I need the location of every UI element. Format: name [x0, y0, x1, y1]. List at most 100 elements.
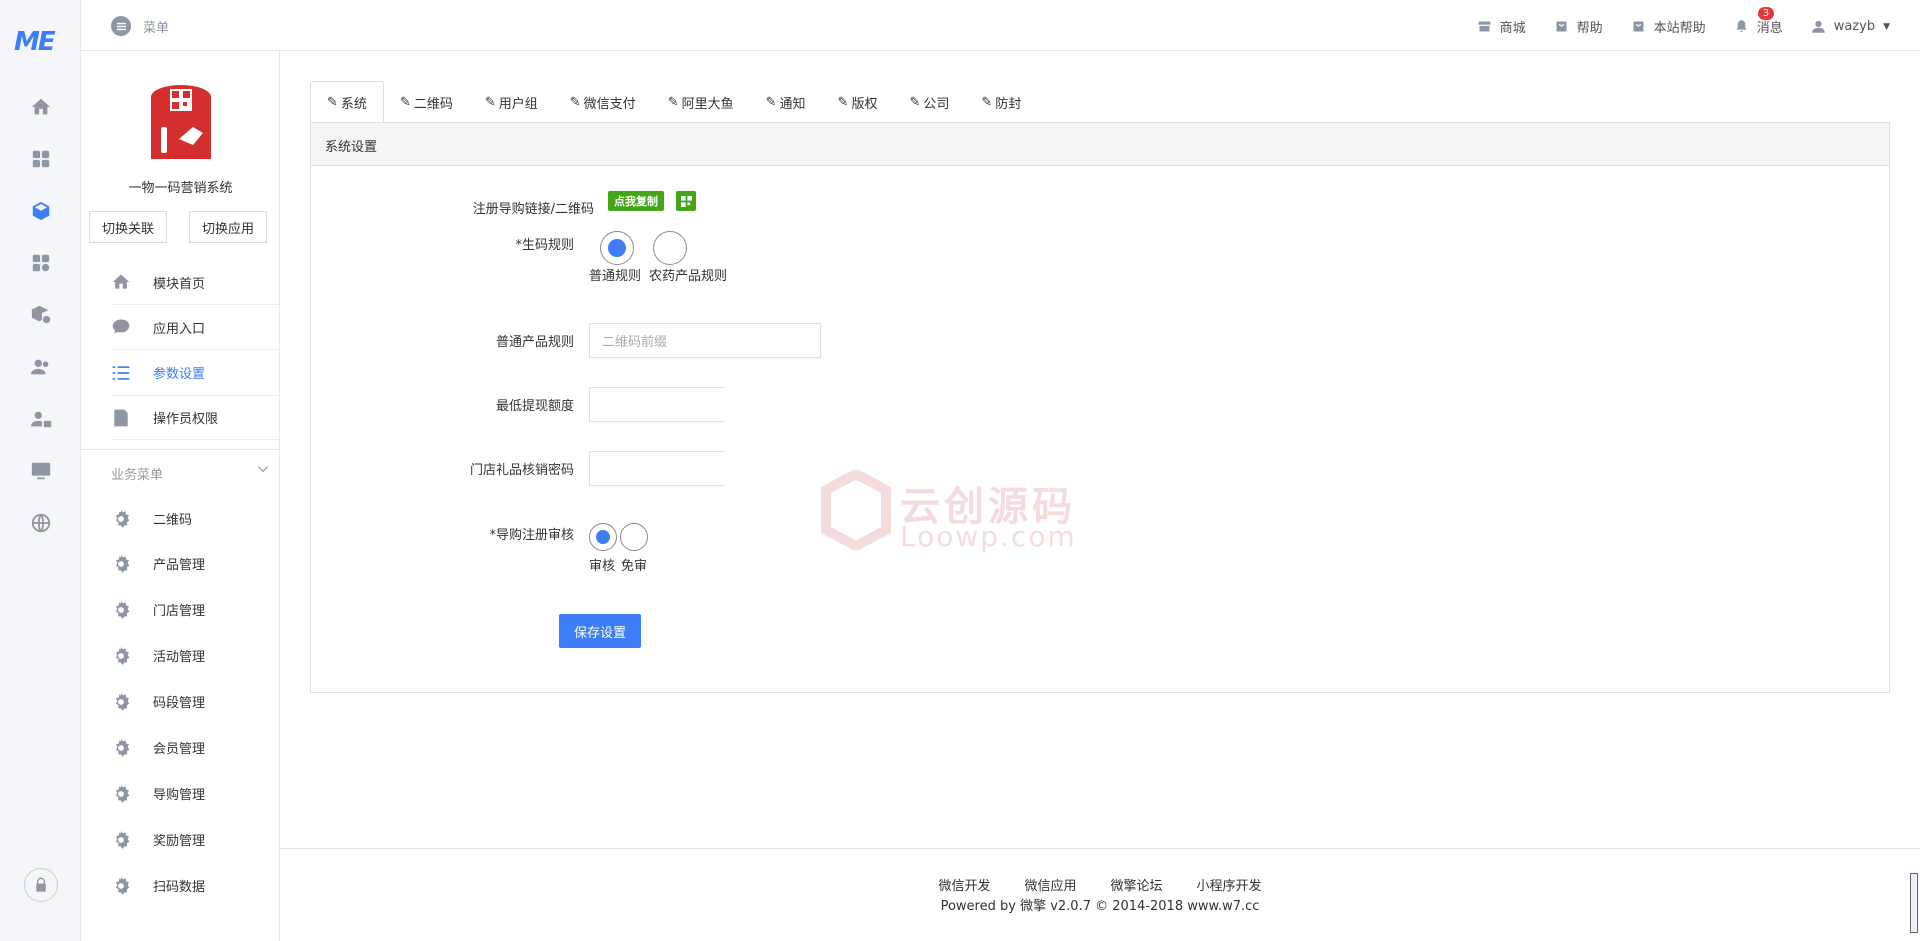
tab-label: 二维码 — [413, 96, 453, 112]
sidebar-item-operator[interactable]: 操作员权限 — [111, 395, 280, 440]
messages-link[interactable]: 3 消息 — [1734, 7, 1783, 36]
code-rule-normal-radio[interactable] — [600, 231, 634, 265]
edit-icon: ✎ — [327, 94, 338, 110]
menu-toggle[interactable]: 菜单 — [111, 16, 169, 36]
grid-icon[interactable] — [28, 146, 54, 172]
save-settings-button[interactable]: 保存设置 — [559, 614, 641, 648]
sidebar-item-label: 二维码 — [153, 513, 193, 528]
user-lock-icon[interactable] — [28, 406, 54, 432]
side-widget-handle[interactable] — [1910, 873, 1918, 933]
gear-icon — [111, 830, 131, 850]
store-icon — [1477, 19, 1492, 34]
tab-label: 通知 — [779, 96, 806, 112]
tab-usergroup[interactable]: ✎ 用户组 — [469, 81, 554, 123]
globe-icon[interactable] — [28, 510, 54, 536]
sidebar-item-rewards[interactable]: 奖励管理 — [111, 817, 280, 862]
sidebar-item-params[interactable]: 参数设置 — [111, 350, 280, 395]
store-link[interactable]: 商城 — [1477, 17, 1526, 36]
sidebar-item-scan-data[interactable]: 扫码数据 — [111, 863, 280, 908]
user-menu[interactable]: wazyb ▼ — [1811, 19, 1890, 34]
tab-label: 系统 — [340, 96, 367, 112]
sidebar-item-products[interactable]: 产品管理 — [111, 541, 280, 586]
help-link[interactable]: 帮助 — [1554, 17, 1603, 36]
sidebar-item-qrcode[interactable]: 二维码 — [111, 496, 280, 541]
gear-icon — [111, 692, 131, 712]
sidebar-item-code-segments[interactable]: 码段管理 — [111, 679, 280, 724]
edit-icon: ✎ — [837, 94, 849, 110]
brand-logo[interactable]: ME — [14, 27, 56, 57]
app-name: 一物一码营销系统 — [128, 181, 233, 196]
switch-link-button[interactable]: 切换关联 — [89, 211, 168, 243]
code-rule-pesticide-radio[interactable] — [653, 231, 687, 265]
biz-menu-title: 业务菜单 — [111, 468, 164, 483]
site-help-link[interactable]: 本站帮助 — [1631, 17, 1706, 36]
username: wazyb — [1833, 19, 1876, 34]
list-icon — [111, 16, 131, 36]
tab-system[interactable]: ✎ 系统 — [310, 81, 384, 123]
apps-settings-icon[interactable] — [28, 250, 54, 276]
home-icon[interactable] — [28, 94, 54, 120]
sidebar-item-stores[interactable]: 门店管理 — [111, 587, 280, 632]
tab-anti-block[interactable]: ✎ 防封 — [965, 81, 1037, 123]
tab-alidayu[interactable]: ✎ 阿里大鱼 — [652, 81, 750, 123]
footer-link-wechat-apps[interactable]: 微信应用 — [1024, 875, 1076, 894]
copy-button[interactable]: 点我复制 — [608, 191, 664, 211]
edit-icon: ✎ — [399, 94, 411, 110]
monitor-icon[interactable] — [28, 458, 54, 484]
sidebar-item-activities[interactable]: 活动管理 — [111, 633, 280, 678]
home-icon — [111, 272, 131, 292]
guide-review-approve-label[interactable]: 审核 — [589, 555, 615, 574]
register-link-label: 注册导购链接/二维码 — [472, 202, 594, 217]
biz-menu-header[interactable]: 业务菜单 — [81, 449, 280, 495]
chat-icon — [111, 317, 131, 337]
sidebar-item-app-entry[interactable]: 应用入口 — [111, 305, 280, 350]
guide-review-skip-label[interactable]: 免审 — [621, 555, 647, 574]
tab-copyright[interactable]: ✎ 版权 — [822, 81, 894, 123]
footer-link-forum[interactable]: 微擎论坛 — [1111, 875, 1163, 894]
min-withdraw-input[interactable] — [589, 387, 725, 422]
code-rule-pesticide-label[interactable]: 农药产品规则 — [649, 265, 727, 284]
tab-notify[interactable]: ✎ 通知 — [750, 81, 822, 123]
sidebar-item-members[interactable]: 会员管理 — [111, 725, 280, 770]
footer-link-wechat-dev[interactable]: 微信开发 — [938, 875, 990, 894]
store-pwd-label: 门店礼品核销密码 — [469, 463, 574, 478]
sidebar-item-label: 会员管理 — [153, 742, 206, 757]
edit-icon: ✎ — [765, 94, 777, 110]
tab-company[interactable]: ✎ 公司 — [893, 81, 965, 123]
tab-qrcode[interactable]: ✎ 二维码 — [384, 81, 469, 123]
footer-copyright: Powered by 微擎 v2.0.7 © 2014-2018 www.w7.… — [940, 899, 1260, 914]
tab-label: 公司 — [923, 96, 950, 112]
cube-icon[interactable] — [28, 198, 54, 224]
sidebar-item-guides[interactable]: 导购管理 — [111, 771, 280, 816]
main-content: ✎ 系统 ✎ 二维码 ✎ 用户组 ✎ 微信支付 ✎ 阿里大鱼 ✎ 通知 ✎ 版权 ✎ 公司 ✎ 防… — [280, 51, 1920, 941]
gear-icon — [111, 646, 131, 666]
code-rule-normal-label[interactable]: 普通规则 — [589, 265, 641, 284]
guide-review-skip-radio[interactable] — [620, 523, 648, 551]
qrcode-icon[interactable] — [676, 191, 696, 211]
lock-icon[interactable] — [24, 868, 58, 902]
gear-icon — [111, 554, 131, 574]
tab-label: 阿里大鱼 — [681, 96, 734, 112]
sidebar-item-label: 产品管理 — [153, 558, 206, 573]
top-bar: 菜单 商城 帮助 本站帮助 3 消息 wazyb ▼ — [81, 0, 1920, 51]
footer-link-miniprogram[interactable]: 小程序开发 — [1197, 875, 1262, 894]
box-settings-icon[interactable] — [28, 302, 54, 328]
settings-tabs: ✎ 系统 ✎ 二维码 ✎ 用户组 ✎ 微信支付 ✎ 阿里大鱼 ✎ 通知 ✎ 版权 ✎ 公司 ✎ 防… — [310, 81, 1037, 123]
sidebar-item-label: 奖励管理 — [153, 834, 206, 849]
guide-review-label: *导购注册审核 — [489, 528, 574, 543]
sidebar-item-label: 操作员权限 — [153, 412, 219, 427]
store-pwd-input[interactable] — [589, 451, 725, 486]
sidebar-item-label: 门店管理 — [153, 604, 206, 619]
guide-review-approve-radio[interactable] — [589, 523, 617, 551]
sidebar-item-label: 扫码数据 — [153, 880, 206, 895]
switch-app-button[interactable]: 切换应用 — [189, 211, 268, 243]
normal-rule-input[interactable]: 二维码前缀 — [589, 323, 821, 358]
bell-icon — [1734, 19, 1749, 34]
bag-icon — [1554, 19, 1569, 34]
tab-wechat-pay[interactable]: ✎ 微信支付 — [554, 81, 652, 123]
gear-icon — [111, 784, 131, 804]
edit-icon: ✎ — [667, 94, 679, 110]
normal-rule-label: 普通产品规则 — [495, 335, 574, 350]
sidebar-item-module-home[interactable]: 模块首页 — [111, 260, 280, 305]
users-icon[interactable] — [28, 354, 54, 380]
